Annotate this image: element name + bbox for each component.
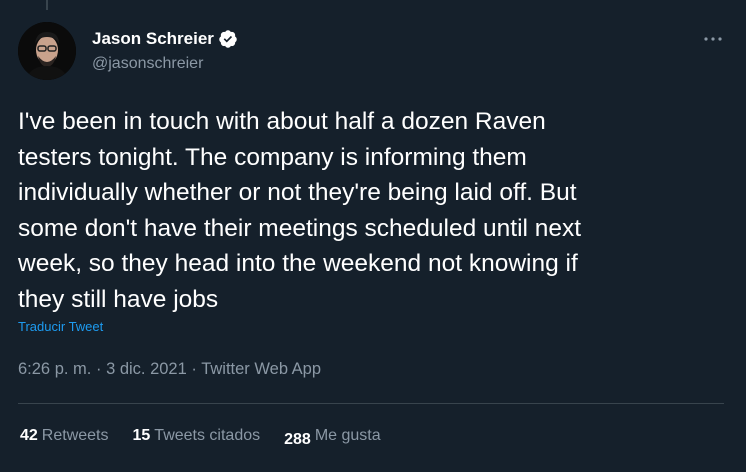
tweet-time[interactable]: 6:26 p. m. [18, 360, 91, 378]
likes-stat[interactable]: 288 Me gusta [284, 427, 381, 449]
quote-tweets-stat[interactable]: 15 Tweets citados [133, 427, 261, 445]
tweet-date[interactable]: 3 dic. 2021 [106, 360, 187, 378]
avatar-image [18, 22, 76, 80]
tweet-source[interactable]: Twitter Web App [201, 360, 321, 378]
retweets-label: Retweets [41, 427, 109, 444]
likes-label: Me gusta [314, 427, 381, 444]
thread-connector-line [46, 0, 48, 10]
meta-separator: · [95, 360, 102, 378]
retweets-count: 42 [20, 427, 38, 444]
meta-separator: · [191, 360, 197, 378]
tweet-text: I've been in touch with about half a doz… [18, 108, 582, 313]
retweets-stat[interactable]: 42 Retweets [20, 427, 109, 445]
verified-badge-icon [218, 29, 238, 49]
translate-tweet-link[interactable]: Traducir Tweet [18, 319, 103, 334]
avatar[interactable] [18, 22, 76, 80]
tweet-metadata: 6:26 p. m. · 3 dic. 2021 · Twitter Web A… [18, 360, 321, 379]
tweet-stats: 42 Retweets 15 Tweets citados 288 Me gusta [20, 427, 405, 448]
divider [18, 403, 724, 404]
quote-tweets-count: 15 [132, 427, 151, 444]
author-display-name[interactable]: Jason Schreier [92, 29, 214, 49]
author-handle[interactable]: @jasonschreier [92, 55, 203, 73]
author-name-row[interactable]: Jason Schreier [92, 29, 238, 49]
quote-tweets-label: Tweets citados [154, 427, 261, 444]
likes-count: 288 [284, 431, 311, 448]
more-icon[interactable] [701, 27, 725, 51]
